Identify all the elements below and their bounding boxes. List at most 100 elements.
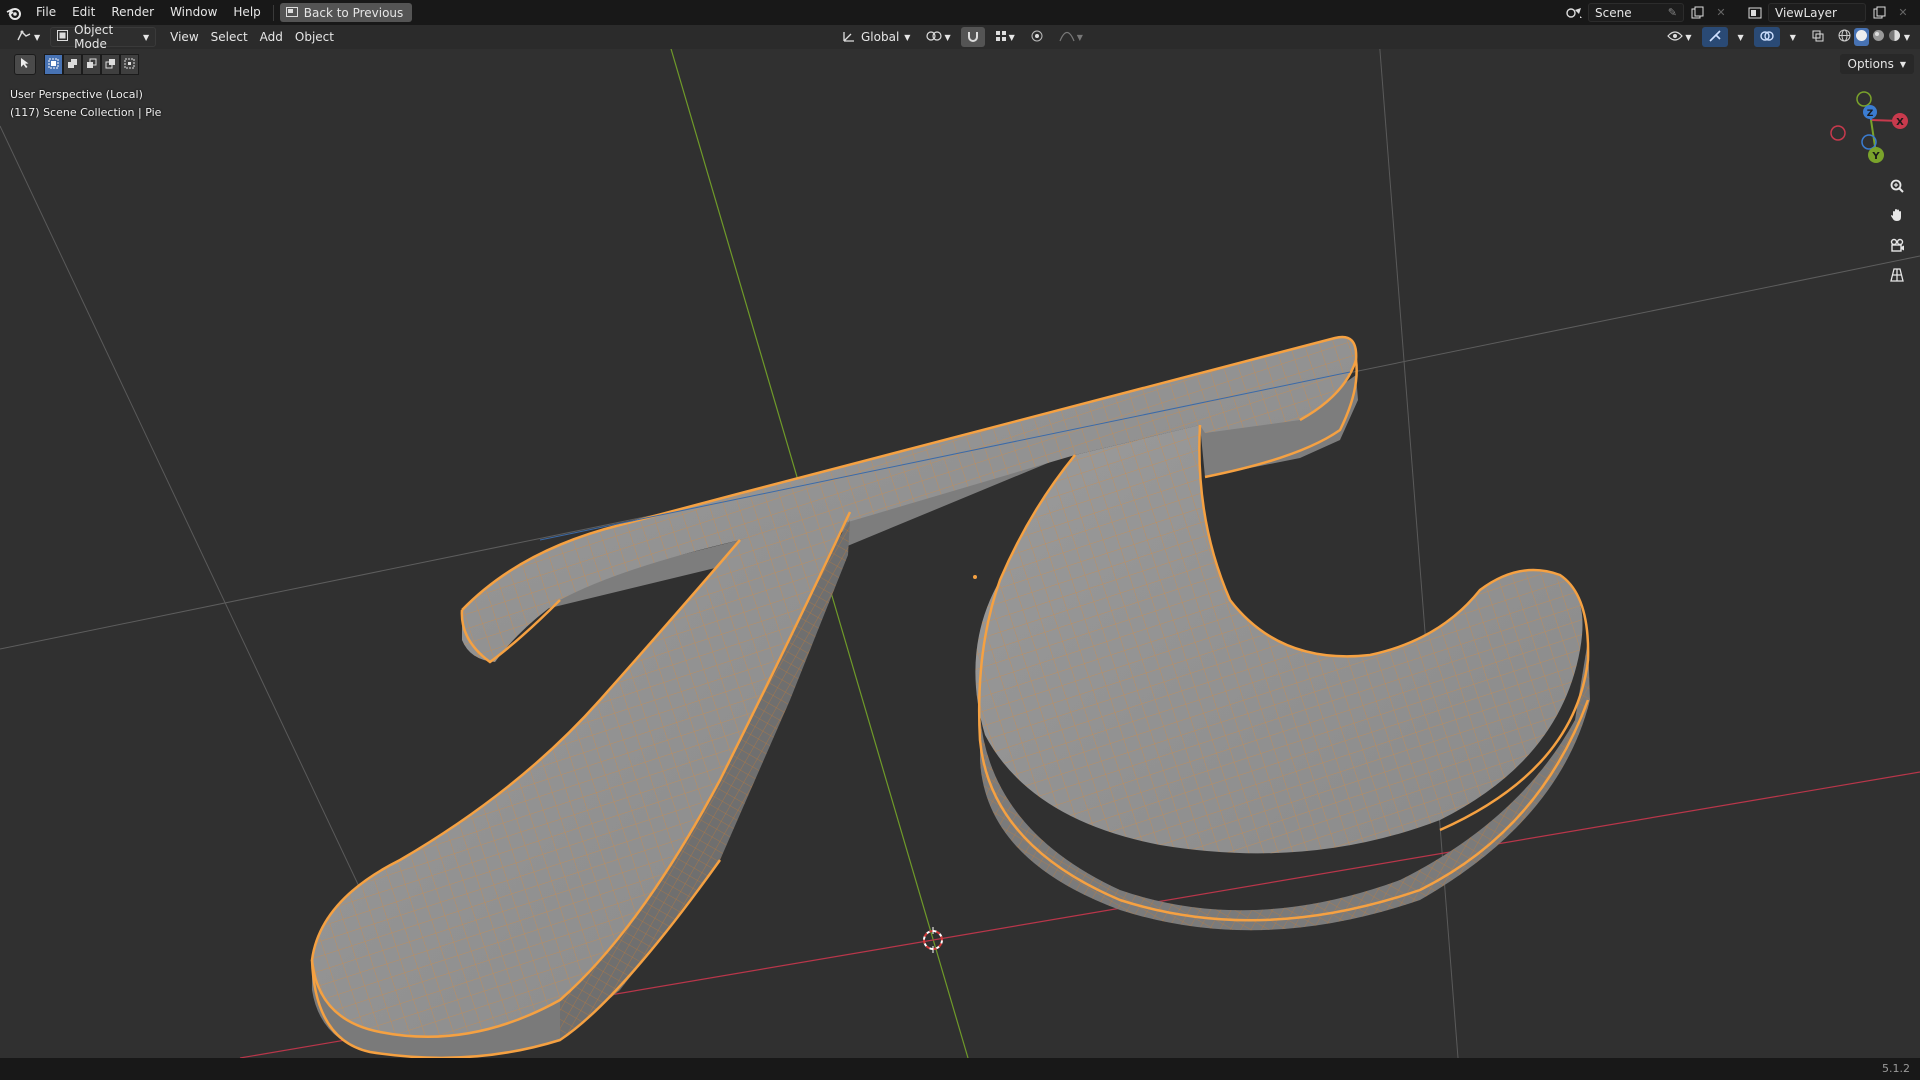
topbar-right-group: Scene ✎ ✕ ViewLayer ✕ <box>1564 0 1920 25</box>
pin-icon[interactable]: ✎ <box>1668 6 1677 19</box>
xray-toggle[interactable] <box>1806 27 1830 47</box>
menu-select[interactable]: Select <box>205 27 254 47</box>
menu-help[interactable]: Help <box>225 0 268 25</box>
select-intersect-icon <box>124 58 135 72</box>
selection-mode-group <box>44 54 139 75</box>
close-scene-icon[interactable]: ✕ <box>1710 3 1732 22</box>
viewport-info: User Perspective (Local) (117) Scene Col… <box>10 86 161 122</box>
material-shading-icon[interactable] <box>1872 29 1885 45</box>
top-bar: File Edit Render Window Help Back to Pre… <box>0 0 1920 25</box>
wireframe-shading-icon[interactable] <box>1838 29 1851 45</box>
select-difference-button[interactable] <box>101 54 120 75</box>
pivot-point-dropdown[interactable]: ▼ <box>920 27 956 47</box>
menu-edit[interactable]: Edit <box>64 0 103 25</box>
magnifier-icon <box>1889 178 1905 197</box>
select-subtract-icon <box>86 58 97 72</box>
orientation-label: Global <box>861 30 900 44</box>
menu-file[interactable]: File <box>28 0 64 25</box>
select-new-icon <box>48 58 59 72</box>
back-to-previous-label: Back to Previous <box>303 5 404 20</box>
shading-mode-group: ▼ <box>1834 27 1914 47</box>
select-subtract-button[interactable] <box>82 54 101 75</box>
back-to-previous-button[interactable]: Back to Previous <box>279 3 413 22</box>
rendered-shading-icon[interactable] <box>1888 29 1901 45</box>
editor-type-icon <box>16 30 32 45</box>
falloff-curve-icon <box>1059 30 1075 45</box>
navigation-gizmo[interactable]: X Y Z <box>1830 91 1908 163</box>
snap-toggle[interactable] <box>960 27 985 47</box>
chevron-down-icon: ▼ <box>1076 32 1083 42</box>
select-new-button[interactable] <box>44 54 63 75</box>
transform-tools: Global ▼ ▼ ▼ ▼ <box>836 27 1089 47</box>
editor-type-dropdown[interactable]: ▼ <box>10 27 46 47</box>
new-scene-icon[interactable] <box>1686 3 1708 22</box>
blender-logo-icon[interactable] <box>0 0 28 25</box>
object-mode-icon <box>57 30 69 44</box>
viewport-canvas[interactable]: X Y Z <box>0 0 1920 1080</box>
gizmo-icon <box>1708 29 1722 45</box>
gizmo-y-label: Y <box>1871 151 1880 162</box>
new-view-layer-icon[interactable] <box>1868 3 1890 22</box>
camera-view-button[interactable] <box>1885 234 1909 258</box>
options-label: Options <box>1847 57 1894 71</box>
transform-orientation-dropdown[interactable]: Global ▼ <box>836 27 916 47</box>
mode-label: Object Mode <box>74 23 114 51</box>
select-intersect-button[interactable] <box>120 54 139 75</box>
select-tool-button[interactable] <box>14 54 36 75</box>
chevron-down-icon: ▼ <box>1685 32 1692 42</box>
camera-icon <box>1889 237 1905 256</box>
overlays-dropdown[interactable]: ▼ <box>1784 27 1802 47</box>
snap-target-dropdown[interactable]: ▼ <box>989 27 1021 47</box>
scene-name: Scene <box>1595 5 1632 20</box>
pi-mesh-object[interactable] <box>310 335 1590 1060</box>
mode-dropdown[interactable]: Object Mode ▼ <box>50 23 157 51</box>
eye-icon <box>1667 30 1684 45</box>
falloff-dropdown[interactable]: ▼ <box>1053 27 1089 47</box>
close-view-layer-icon[interactable]: ✕ <box>1892 3 1914 22</box>
magnet-icon <box>967 30 979 45</box>
select-extend-icon <box>67 58 78 72</box>
visibility-dropdown[interactable]: ▼ <box>1661 27 1697 47</box>
collection-label: (117) Scene Collection | Pie <box>10 106 162 119</box>
pan-button[interactable] <box>1885 204 1909 228</box>
view-layer-icon[interactable] <box>1744 3 1766 22</box>
grid-perspective-icon <box>1889 267 1905 286</box>
viewport-header: ▼ Object Mode ▼ View Select Add Object G… <box>0 23 1920 51</box>
fullscreen-icon <box>285 6 298 20</box>
cursor-select-icon <box>19 57 31 72</box>
gizmo-neg-x <box>1830 125 1846 141</box>
chevron-down-icon: ▼ <box>34 32 41 42</box>
chevron-down-icon[interactable]: ▼ <box>1904 33 1910 42</box>
menu-object[interactable]: Object <box>289 27 340 47</box>
perspective-toggle-button[interactable] <box>1885 264 1909 288</box>
menu-view[interactable]: View <box>164 27 204 47</box>
scene-icon[interactable] <box>1564 3 1586 22</box>
gizmo-dropdown[interactable]: ▼ <box>1732 27 1750 47</box>
chevron-down-icon: ▼ <box>904 32 911 42</box>
scene-selector[interactable]: Scene ✎ <box>1588 3 1684 22</box>
pivot-icon <box>926 30 943 45</box>
tool-settings-row: Options ▼ <box>0 49 1920 79</box>
gizmo-x-label: X <box>1896 117 1904 128</box>
options-dropdown[interactable]: Options ▼ <box>1839 54 1914 74</box>
perspective-label: User Perspective (Local) <box>10 88 143 101</box>
chevron-down-icon: ▼ <box>1789 32 1796 42</box>
proportional-edit-toggle[interactable] <box>1025 27 1049 47</box>
menu-window[interactable]: Window <box>162 0 225 25</box>
menu-render[interactable]: Render <box>103 0 162 25</box>
viewport-grid <box>0 24 1920 1059</box>
zoom-button[interactable] <box>1885 175 1909 199</box>
gizmo-toggle[interactable] <box>1701 27 1728 47</box>
select-extend-button[interactable] <box>63 54 82 75</box>
overlays-icon <box>1759 30 1774 45</box>
menu-add[interactable]: Add <box>254 27 289 47</box>
solid-shading-icon[interactable] <box>1853 28 1869 46</box>
viewport-display-tools: ▼ ▼ ▼ ▼ <box>1661 27 1914 47</box>
orientation-icon <box>842 30 856 45</box>
object-origin <box>973 575 977 579</box>
snap-grid-icon <box>995 30 1007 45</box>
view-layer-selector[interactable]: ViewLayer <box>1768 3 1866 22</box>
overlays-toggle[interactable] <box>1753 27 1780 47</box>
xray-icon <box>1812 30 1824 45</box>
chevron-down-icon: ▼ <box>1008 32 1015 42</box>
